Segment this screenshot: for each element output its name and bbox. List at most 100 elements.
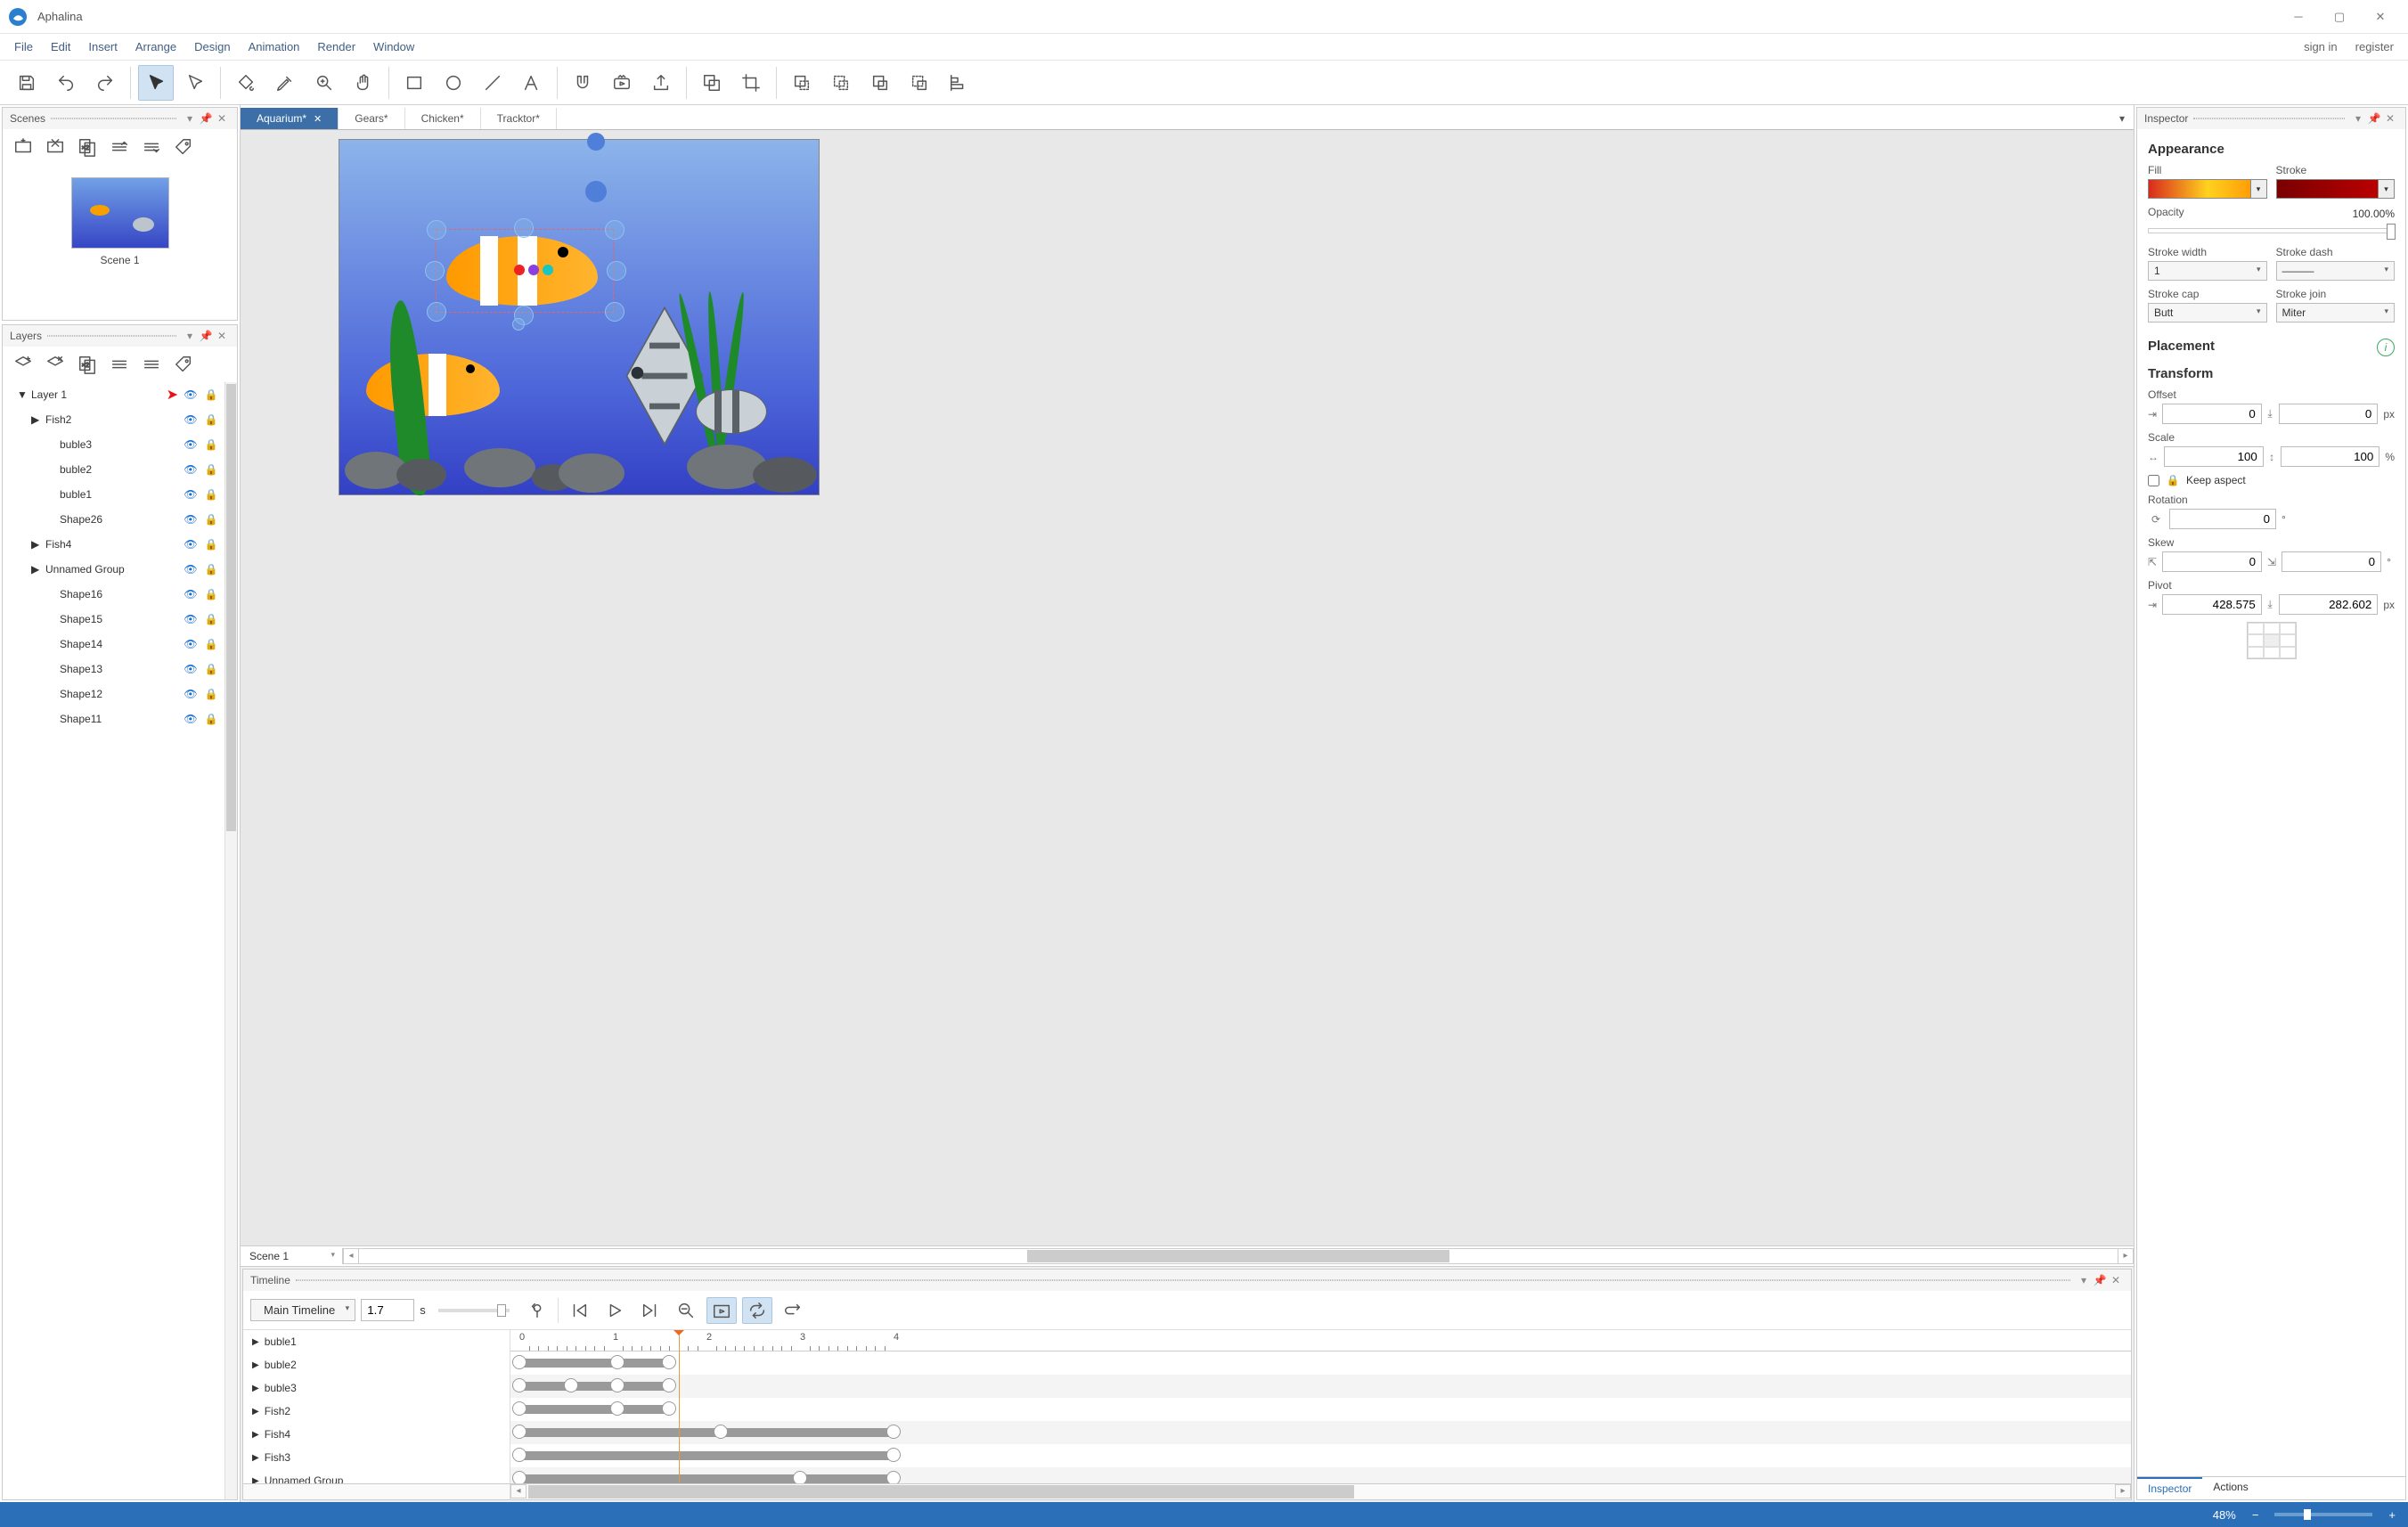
- visibility-icon[interactable]: 👁: [182, 663, 200, 675]
- register-link[interactable]: register: [2347, 37, 2403, 57]
- export-tool[interactable]: [643, 65, 679, 101]
- visibility-icon[interactable]: 👁: [182, 388, 200, 401]
- scale-x-input[interactable]: [2164, 446, 2264, 467]
- stroke-width-input[interactable]: 1: [2148, 261, 2267, 281]
- offset-x-input[interactable]: [2162, 404, 2262, 424]
- keyframe[interactable]: [714, 1425, 728, 1439]
- visibility-icon[interactable]: 👁: [182, 413, 200, 426]
- sel-handle[interactable]: [605, 220, 624, 240]
- timeline-tracks[interactable]: 01234: [510, 1330, 2131, 1483]
- time-input[interactable]: [361, 1299, 414, 1321]
- loop-button[interactable]: [742, 1297, 772, 1324]
- pivot-x-input[interactable]: [2162, 594, 2262, 615]
- scene-up-button[interactable]: [106, 134, 133, 160]
- duplicate-scene-button[interactable]: ×2: [74, 134, 101, 160]
- layers-tree[interactable]: ▼Layer 1➤👁🔒▶Fish2👁🔒buble3👁🔒buble2👁🔒buble…: [3, 382, 224, 1499]
- layer-row[interactable]: Shape12👁🔒: [3, 682, 224, 706]
- actions-tab[interactable]: Actions: [2202, 1477, 2258, 1499]
- layer-row[interactable]: buble1👁🔒: [3, 482, 224, 507]
- stroke-dash-input[interactable]: ———: [2276, 261, 2396, 281]
- panel-close-icon[interactable]: ✕: [214, 330, 230, 342]
- offset-y-input[interactable]: [2279, 404, 2379, 424]
- zoom-in-icon[interactable]: +: [2388, 1508, 2396, 1522]
- visibility-icon[interactable]: 👁: [182, 613, 200, 625]
- scale-y-input[interactable]: [2281, 446, 2380, 467]
- fill-tool[interactable]: [228, 65, 264, 101]
- align-tool[interactable]: [941, 65, 976, 101]
- visibility-icon[interactable]: 👁: [182, 688, 200, 700]
- panel-pin-icon[interactable]: 📌: [2366, 112, 2382, 125]
- union-tool[interactable]: [784, 65, 820, 101]
- undo-button[interactable]: [48, 65, 84, 101]
- keyframe[interactable]: [886, 1448, 901, 1462]
- lock-icon[interactable]: 🔒: [203, 563, 219, 576]
- sel-handle[interactable]: [607, 261, 626, 281]
- timeline-track-names[interactable]: ▶buble1▶buble2▶buble3▶Fish2▶Fish4▶Fish3▶…: [243, 1330, 510, 1483]
- rect-tool[interactable]: [396, 65, 432, 101]
- doc-tab-chicken[interactable]: Chicken*: [405, 108, 481, 129]
- timeline-track[interactable]: [510, 1421, 2131, 1444]
- lock-icon[interactable]: 🔒: [203, 438, 219, 451]
- canvas[interactable]: [339, 139, 820, 495]
- visibility-icon[interactable]: 👁: [182, 438, 200, 451]
- keyframe[interactable]: [512, 1401, 526, 1416]
- rotation-input[interactable]: [2169, 509, 2276, 529]
- expand-icon[interactable]: ▶: [31, 563, 42, 576]
- expand-icon[interactable]: ▼: [17, 388, 28, 401]
- go-to-end-button[interactable]: [635, 1297, 665, 1324]
- menu-insert[interactable]: Insert: [79, 37, 127, 57]
- expand-icon[interactable]: ▶: [31, 413, 42, 426]
- exclude-tool[interactable]: [902, 65, 937, 101]
- rotate-handle[interactable]: [512, 318, 525, 331]
- panel-menu-icon[interactable]: ▾: [182, 112, 198, 125]
- add-scene-button[interactable]: [10, 134, 37, 160]
- keyframe[interactable]: [512, 1471, 526, 1483]
- layer-row[interactable]: ▶Fish4👁🔒: [3, 532, 224, 557]
- layer-row[interactable]: Shape26👁🔒: [3, 507, 224, 532]
- visibility-icon[interactable]: 👁: [182, 538, 200, 551]
- timeline-track-name[interactable]: ▶buble2: [243, 1353, 510, 1376]
- signin-link[interactable]: sign in: [2295, 37, 2347, 57]
- lock-icon[interactable]: 🔒: [203, 488, 219, 501]
- panel-pin-icon[interactable]: 📌: [198, 112, 214, 125]
- menu-render[interactable]: Render: [308, 37, 364, 57]
- layers-scrollbar[interactable]: [224, 382, 237, 1499]
- menu-edit[interactable]: Edit: [42, 37, 79, 57]
- layer-row[interactable]: ▶Unnamed Group👁🔒: [3, 557, 224, 582]
- close-icon[interactable]: ✕: [314, 114, 322, 125]
- direct-select-tool[interactable]: [177, 65, 213, 101]
- timeline-track[interactable]: [510, 1375, 2131, 1398]
- scene-dropdown[interactable]: Scene 1: [241, 1248, 343, 1264]
- tabs-overflow-icon[interactable]: ▾: [2110, 108, 2134, 129]
- layer-row[interactable]: Shape13👁🔒: [3, 657, 224, 682]
- menu-animation[interactable]: Animation: [240, 37, 309, 57]
- panel-close-icon[interactable]: ✕: [2108, 1274, 2124, 1286]
- pivot-y-input[interactable]: [2279, 594, 2379, 615]
- lock-icon[interactable]: 🔒: [203, 388, 219, 401]
- menu-file[interactable]: File: [5, 37, 42, 57]
- timeline-playhead[interactable]: [679, 1330, 680, 1483]
- eyedropper-tool[interactable]: [267, 65, 303, 101]
- fill-swatch[interactable]: ▾: [2148, 179, 2267, 199]
- skew-y-input[interactable]: [2281, 551, 2381, 572]
- lock-icon[interactable]: 🔒: [203, 413, 219, 426]
- layer-down-button[interactable]: [138, 351, 165, 378]
- keyframe[interactable]: [886, 1471, 901, 1483]
- timeline-track-name[interactable]: ▶Fish2: [243, 1400, 510, 1423]
- animation-player-tool[interactable]: [604, 65, 640, 101]
- keyframe[interactable]: [512, 1355, 526, 1369]
- layer-up-button[interactable]: [106, 351, 133, 378]
- timeline-track-name[interactable]: ▶buble3: [243, 1376, 510, 1400]
- timeline-ruler[interactable]: 01234: [510, 1330, 2131, 1351]
- line-tool[interactable]: [475, 65, 510, 101]
- keyframe[interactable]: [512, 1378, 526, 1392]
- lock-icon[interactable]: 🔒: [203, 513, 219, 526]
- delete-scene-button[interactable]: [42, 134, 69, 160]
- layer-row[interactable]: Shape16👁🔒: [3, 582, 224, 607]
- pan-tool[interactable]: [346, 65, 381, 101]
- lock-icon[interactable]: 🔒: [203, 538, 219, 551]
- layer-row[interactable]: buble3👁🔒: [3, 432, 224, 457]
- add-layer-button[interactable]: [10, 351, 37, 378]
- add-keyframe-button[interactable]: [522, 1297, 552, 1324]
- layer-row[interactable]: Shape11👁🔒: [3, 706, 224, 731]
